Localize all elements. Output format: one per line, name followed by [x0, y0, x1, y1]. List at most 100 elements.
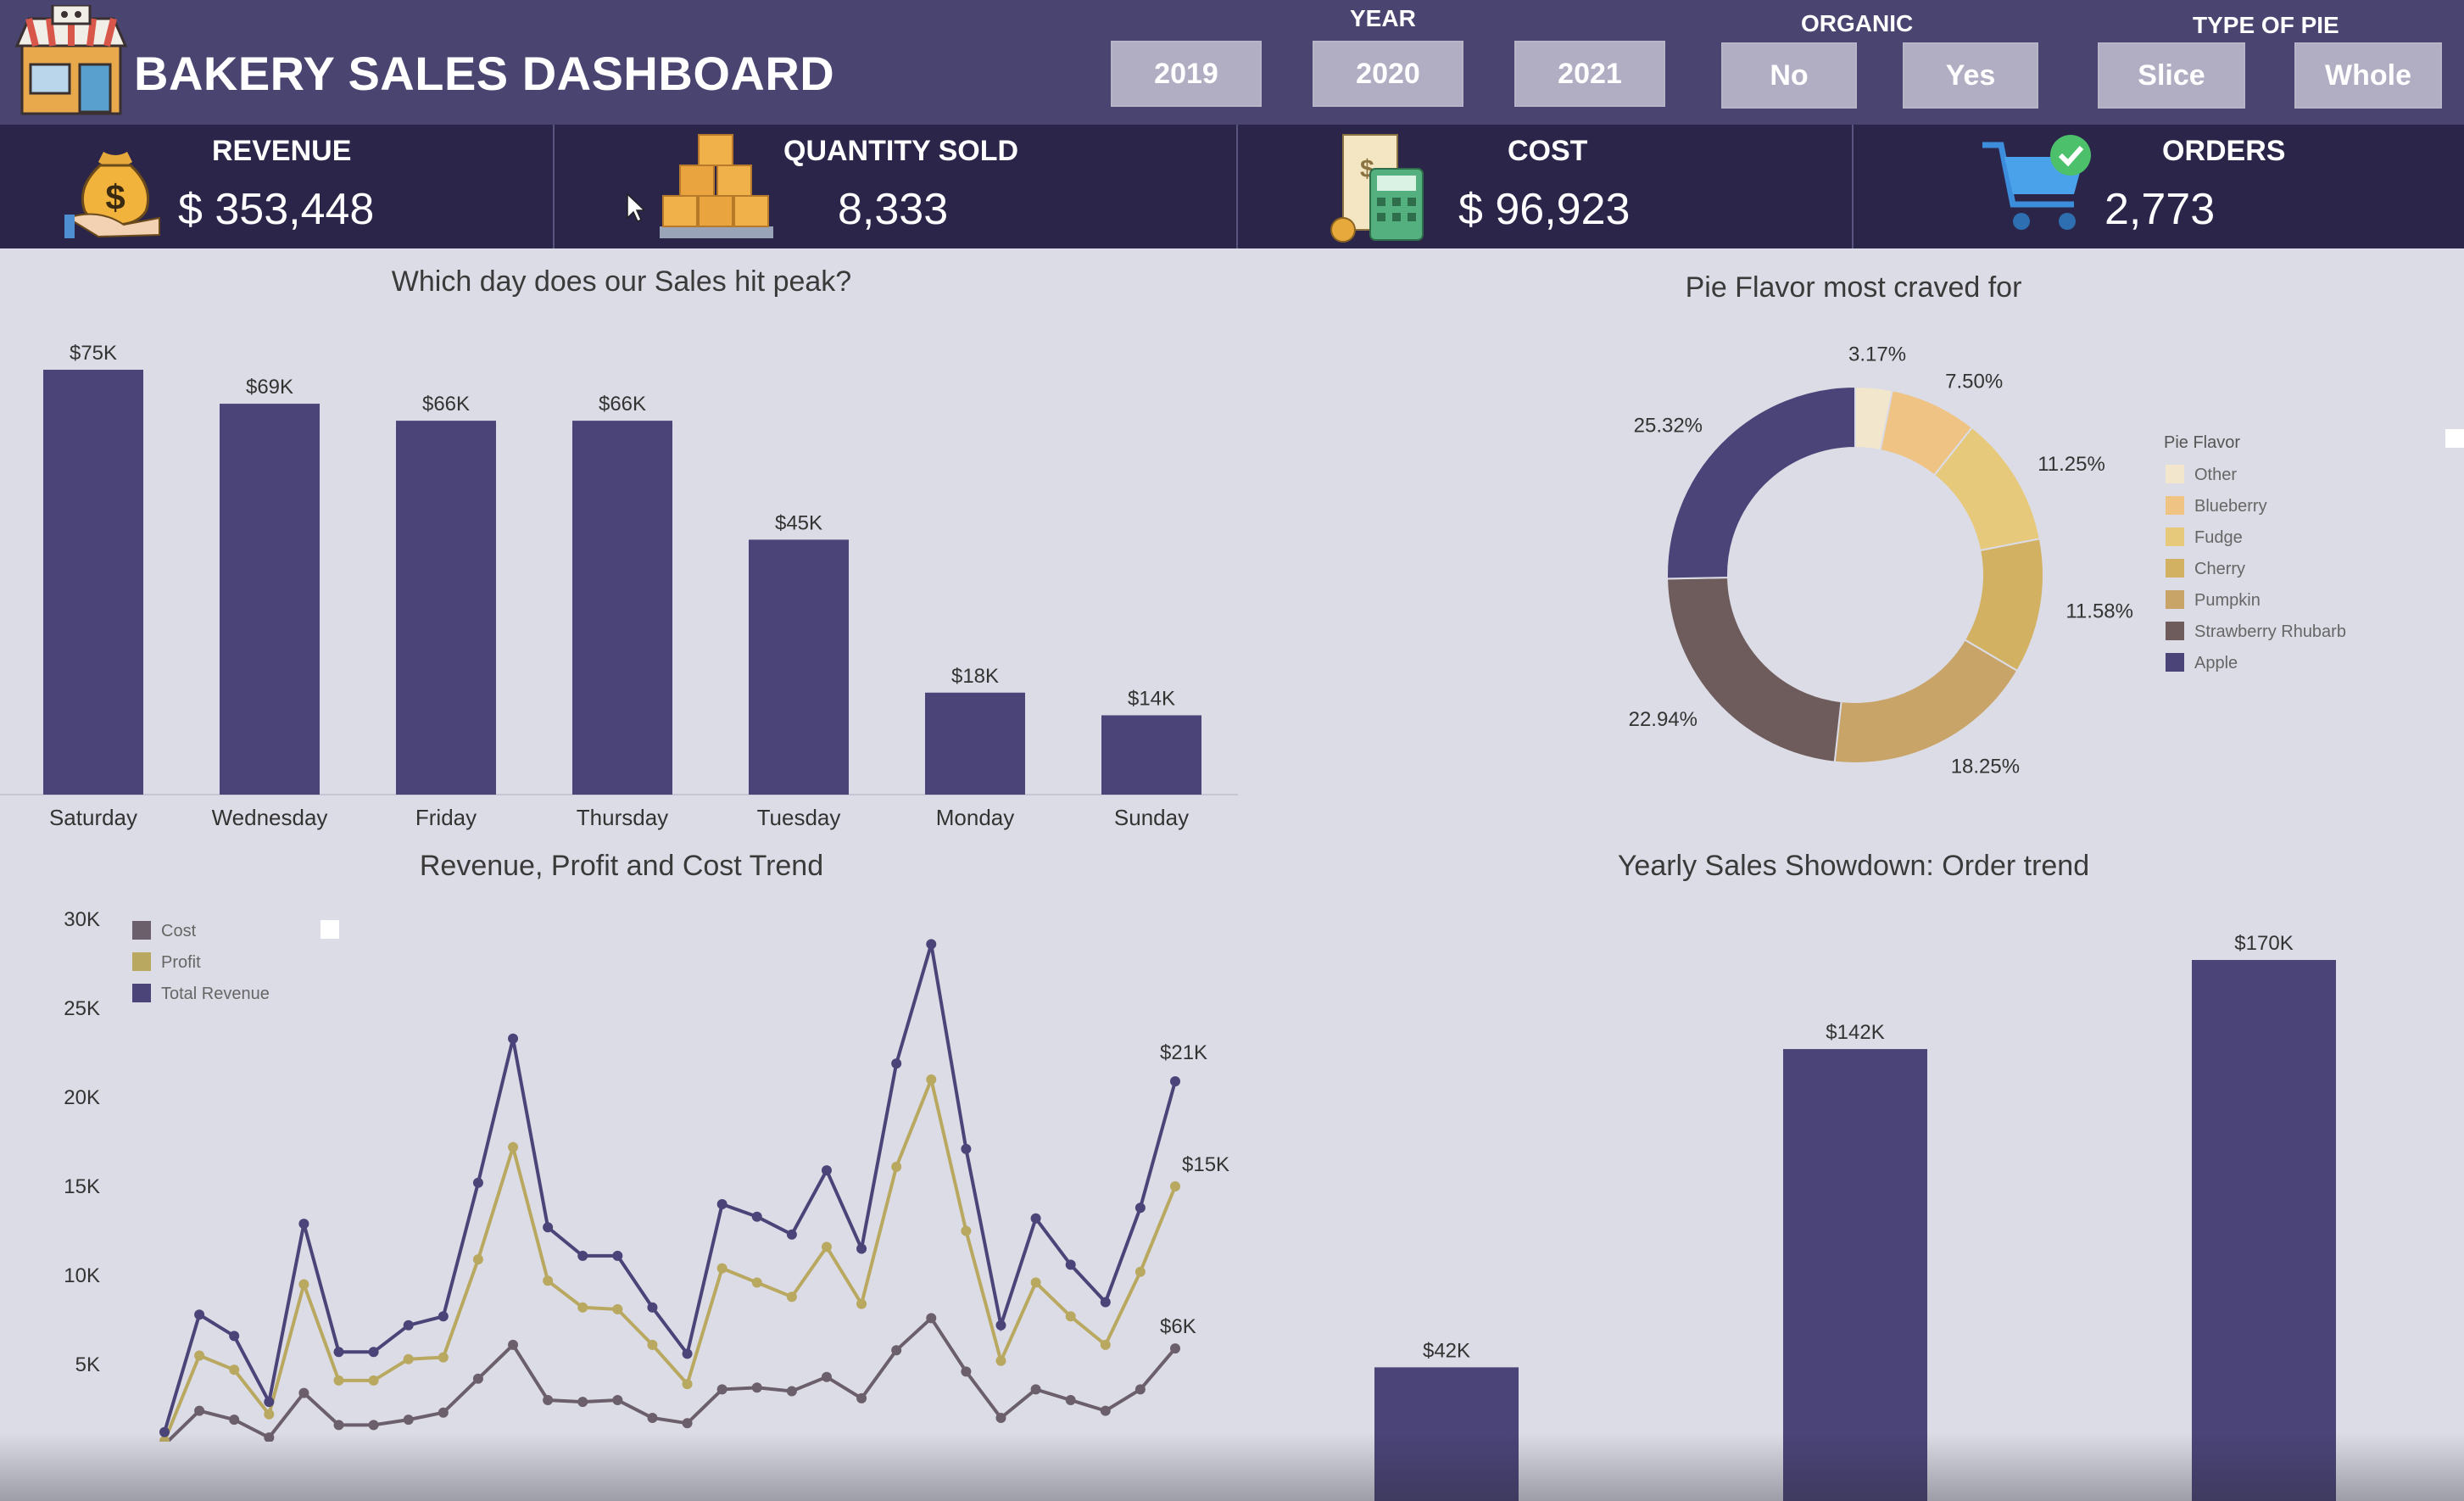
- trend-point[interactable]: [1065, 1395, 1076, 1405]
- pie-slice[interactable]: [1666, 576, 1842, 763]
- trend-point[interactable]: [543, 1395, 554, 1405]
- trend-point[interactable]: [508, 1141, 519, 1152]
- trend-point[interactable]: [577, 1250, 588, 1261]
- trend-point[interactable]: [856, 1243, 867, 1254]
- trend-point[interactable]: [821, 1371, 832, 1382]
- day-bar[interactable]: [396, 421, 496, 795]
- trend-point[interactable]: [194, 1405, 205, 1416]
- trend-point[interactable]: [403, 1353, 414, 1364]
- trend-point[interactable]: [682, 1418, 693, 1429]
- day-bar[interactable]: [749, 539, 849, 795]
- trend-point[interactable]: [403, 1415, 414, 1426]
- trend-point[interactable]: [682, 1348, 693, 1359]
- trend-point[interactable]: [961, 1366, 972, 1377]
- trend-point[interactable]: [821, 1165, 832, 1176]
- trend-point[interactable]: [716, 1199, 727, 1209]
- trend-point[interactable]: [612, 1250, 623, 1261]
- trend-point[interactable]: [438, 1352, 449, 1363]
- trend-point[interactable]: [612, 1303, 623, 1314]
- trend-point[interactable]: [647, 1339, 658, 1350]
- day-bar[interactable]: [43, 370, 143, 795]
- trend-point[interactable]: [995, 1355, 1006, 1366]
- trend-point[interactable]: [786, 1292, 797, 1303]
- trend-point[interactable]: [682, 1379, 693, 1390]
- trend-point[interactable]: [1134, 1266, 1146, 1277]
- trend-point[interactable]: [716, 1263, 727, 1274]
- trend-point[interactable]: [1170, 1181, 1180, 1191]
- trend-point[interactable]: [1170, 1343, 1180, 1354]
- trend-point[interactable]: [472, 1254, 483, 1265]
- trend-point[interactable]: [821, 1242, 832, 1253]
- organic-yes-button[interactable]: Yes: [1903, 42, 2038, 109]
- trend-point[interactable]: [856, 1298, 867, 1309]
- day-bar[interactable]: [220, 404, 320, 795]
- trend-point[interactable]: [647, 1302, 658, 1313]
- trend-point[interactable]: [577, 1302, 588, 1313]
- year-2020-button[interactable]: 2020: [1313, 41, 1463, 107]
- trend-point[interactable]: [1100, 1297, 1111, 1308]
- pie-slice[interactable]: [1833, 638, 2019, 764]
- trend-series-line[interactable]: [163, 943, 1177, 1433]
- trend-point[interactable]: [891, 1345, 902, 1356]
- trend-point[interactable]: [577, 1397, 588, 1408]
- trend-point[interactable]: [786, 1229, 797, 1240]
- trend-point[interactable]: [856, 1392, 867, 1403]
- trend-point[interactable]: [543, 1222, 554, 1233]
- trend-point[interactable]: [751, 1277, 762, 1288]
- trend-point[interactable]: [1134, 1384, 1146, 1395]
- organic-no-button[interactable]: No: [1721, 42, 1857, 109]
- trend-point[interactable]: [229, 1331, 240, 1342]
- trend-point[interactable]: [264, 1409, 275, 1420]
- trend-point[interactable]: [298, 1219, 309, 1230]
- trend-point[interactable]: [751, 1382, 762, 1393]
- trend-point[interactable]: [786, 1386, 797, 1397]
- trend-point[interactable]: [298, 1387, 309, 1398]
- trend-point[interactable]: [751, 1211, 762, 1222]
- trend-point[interactable]: [333, 1347, 344, 1358]
- trend-point[interactable]: [194, 1309, 205, 1320]
- trend-point[interactable]: [508, 1339, 519, 1350]
- trend-series-line[interactable]: [164, 1315, 1177, 1442]
- trend-point[interactable]: [298, 1279, 309, 1290]
- trend-point[interactable]: [438, 1407, 449, 1418]
- trend-point[interactable]: [926, 939, 937, 950]
- trend-point[interactable]: [995, 1320, 1006, 1331]
- trend-point[interactable]: [891, 1058, 902, 1069]
- trend-point[interactable]: [472, 1373, 483, 1384]
- trend-point[interactable]: [1030, 1277, 1041, 1288]
- trend-point[interactable]: [1030, 1213, 1041, 1224]
- trend-point[interactable]: [368, 1347, 379, 1358]
- legend-scroll-marker[interactable]: [321, 920, 339, 939]
- trend-point[interactable]: [333, 1420, 344, 1431]
- trend-point[interactable]: [543, 1275, 554, 1286]
- trend-point[interactable]: [612, 1395, 623, 1405]
- trend-point[interactable]: [229, 1364, 240, 1375]
- trend-point[interactable]: [1134, 1202, 1146, 1214]
- trend-point[interactable]: [438, 1311, 449, 1322]
- trend-point[interactable]: [472, 1177, 483, 1188]
- day-bar[interactable]: [925, 692, 1025, 795]
- trend-point[interactable]: [229, 1415, 240, 1426]
- trend-point[interactable]: [716, 1384, 727, 1395]
- day-bar[interactable]: [572, 421, 672, 795]
- trend-point[interactable]: [926, 1313, 937, 1324]
- day-bar[interactable]: [1101, 715, 1201, 795]
- trend-point[interactable]: [1100, 1405, 1111, 1416]
- pie-type-slice-button[interactable]: Slice: [2098, 42, 2245, 109]
- trend-point[interactable]: [1170, 1076, 1180, 1087]
- trend-point[interactable]: [194, 1350, 205, 1361]
- trend-point[interactable]: [1030, 1384, 1041, 1395]
- trend-point[interactable]: [647, 1413, 658, 1423]
- pie-type-whole-button[interactable]: Whole: [2294, 42, 2442, 109]
- trend-point[interactable]: [368, 1420, 379, 1431]
- trend-point[interactable]: [961, 1225, 972, 1236]
- trend-point[interactable]: [961, 1143, 972, 1154]
- trend-point[interactable]: [1065, 1311, 1076, 1322]
- trend-point[interactable]: [333, 1375, 344, 1386]
- trend-point[interactable]: [1100, 1339, 1111, 1350]
- trend-point[interactable]: [508, 1033, 519, 1044]
- trend-point[interactable]: [926, 1074, 937, 1085]
- trend-point[interactable]: [995, 1413, 1006, 1423]
- trend-point[interactable]: [368, 1375, 379, 1386]
- trend-point[interactable]: [403, 1320, 414, 1331]
